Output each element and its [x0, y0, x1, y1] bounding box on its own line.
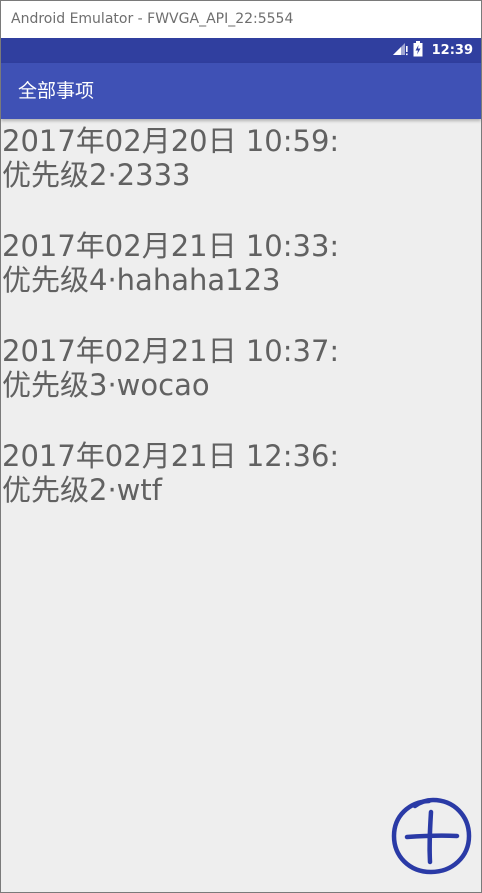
list-item[interactable]: 2017年02月20日 10:59: 优先级2·2333	[1, 124, 481, 229]
add-circle-icon	[391, 797, 472, 875]
list-item[interactable]: 2017年02月21日 12:36: 优先级2·wtf	[1, 439, 481, 544]
item-priority-text: 优先级4·hahaha123	[2, 263, 281, 297]
status-bar: 12:39	[1, 38, 481, 63]
signal-icon	[392, 41, 408, 60]
item-datetime: 2017年02月20日 10:59:	[2, 124, 340, 158]
item-priority-text: 优先级2·wtf	[2, 473, 162, 507]
emulator-window: Android Emulator - FWVGA_API_22:5554 12:…	[0, 0, 482, 893]
item-priority-text: 优先级3·wocao	[2, 368, 210, 402]
list-item[interactable]: 2017年02月21日 10:37: 优先级3·wocao	[1, 334, 481, 439]
app-title: 全部事项	[18, 80, 95, 102]
item-datetime: 2017年02月21日 10:33:	[2, 229, 340, 263]
battery-icon	[413, 40, 423, 61]
status-time: 12:39	[431, 43, 473, 58]
status-icons: 12:39	[392, 38, 473, 63]
item-datetime: 2017年02月21日 10:37:	[2, 334, 340, 368]
window-title: Android Emulator - FWVGA_API_22:5554	[1, 1, 481, 38]
add-button[interactable]	[389, 794, 475, 880]
app-bar: 全部事项	[1, 63, 481, 119]
todo-list: 2017年02月20日 10:59: 优先级2·2333 2017年02月21日…	[1, 119, 481, 544]
item-priority-text: 优先级2·2333	[2, 158, 191, 192]
device-screen: 12:39 全部事项 2017年02月20日 10:59: 优先级2·2333 …	[1, 38, 481, 892]
item-datetime: 2017年02月21日 12:36:	[2, 439, 340, 473]
list-item[interactable]: 2017年02月21日 10:33: 优先级4·hahaha123	[1, 229, 481, 334]
